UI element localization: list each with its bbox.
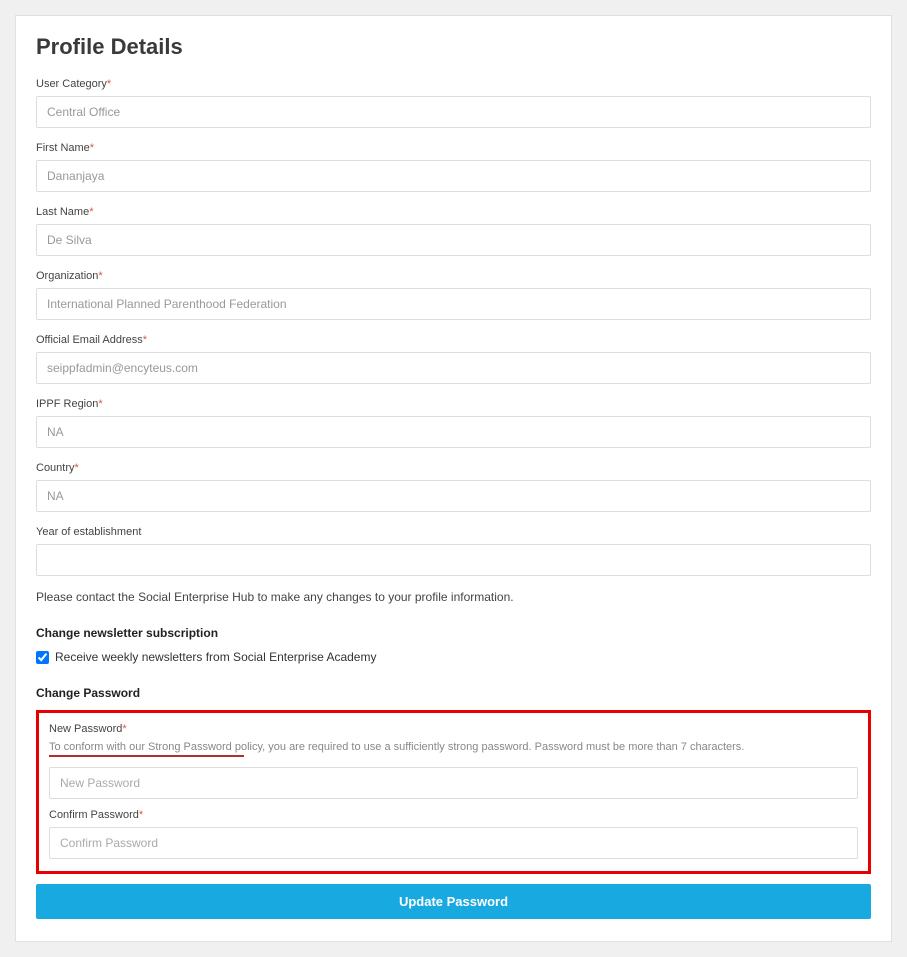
required-mark: * [107, 78, 111, 90]
password-highlight-box: New Password* To conform with our Strong… [36, 710, 871, 874]
label-text: Country [36, 462, 75, 474]
input-last-name[interactable] [36, 224, 871, 256]
label-text: User Category [36, 78, 107, 90]
required-mark: * [98, 270, 102, 282]
label-email: Official Email Address* [36, 334, 871, 346]
update-password-button[interactable]: Update Password [36, 884, 871, 919]
required-mark: * [89, 206, 93, 218]
password-hint: To conform with our Strong Password poli… [49, 741, 858, 753]
newsletter-row: Receive weekly newsletters from Social E… [36, 650, 871, 664]
label-region: IPPF Region* [36, 398, 871, 410]
field-new-password: New Password* To conform with our Strong… [49, 723, 858, 799]
label-user-category: User Category* [36, 78, 871, 90]
label-text: IPPF Region [36, 398, 98, 410]
newsletter-header: Change newsletter subscription [36, 626, 871, 640]
newsletter-checkbox[interactable] [36, 651, 49, 664]
field-user-category: User Category* [36, 78, 871, 128]
input-confirm-password[interactable] [49, 827, 858, 859]
required-mark: * [75, 462, 79, 474]
field-first-name: First Name* [36, 142, 871, 192]
label-new-password: New Password* [49, 723, 858, 735]
field-region: IPPF Region* [36, 398, 871, 448]
label-text: First Name [36, 142, 90, 154]
input-new-password[interactable] [49, 767, 858, 799]
input-first-name[interactable] [36, 160, 871, 192]
required-mark: * [98, 398, 102, 410]
label-text: New Password [49, 723, 122, 735]
label-country: Country* [36, 462, 871, 474]
required-mark: * [90, 142, 94, 154]
label-first-name: First Name* [36, 142, 871, 154]
input-country[interactable] [36, 480, 871, 512]
password-hint-underline [49, 755, 244, 757]
label-text: Last Name [36, 206, 89, 218]
field-organization: Organization* [36, 270, 871, 320]
field-year: Year of establishment [36, 526, 871, 576]
label-last-name: Last Name* [36, 206, 871, 218]
field-last-name: Last Name* [36, 206, 871, 256]
newsletter-label: Receive weekly newsletters from Social E… [55, 650, 376, 664]
label-confirm-password: Confirm Password* [49, 809, 858, 821]
required-mark: * [143, 334, 147, 346]
input-email[interactable] [36, 352, 871, 384]
contact-note: Please contact the Social Enterprise Hub… [36, 590, 871, 604]
field-email: Official Email Address* [36, 334, 871, 384]
required-mark: * [122, 723, 126, 735]
input-region[interactable] [36, 416, 871, 448]
password-header: Change Password [36, 686, 871, 700]
label-text: Confirm Password [49, 809, 139, 821]
input-organization[interactable] [36, 288, 871, 320]
profile-card: Profile Details User Category* First Nam… [15, 15, 892, 942]
label-year: Year of establishment [36, 526, 871, 538]
page-title: Profile Details [36, 34, 871, 60]
label-text: Organization [36, 270, 98, 282]
field-confirm-password: Confirm Password* [49, 809, 858, 859]
input-user-category[interactable] [36, 96, 871, 128]
input-year[interactable] [36, 544, 871, 576]
label-text: Official Email Address [36, 334, 143, 346]
label-text: Year of establishment [36, 526, 141, 538]
field-country: Country* [36, 462, 871, 512]
label-organization: Organization* [36, 270, 871, 282]
required-mark: * [139, 809, 143, 821]
